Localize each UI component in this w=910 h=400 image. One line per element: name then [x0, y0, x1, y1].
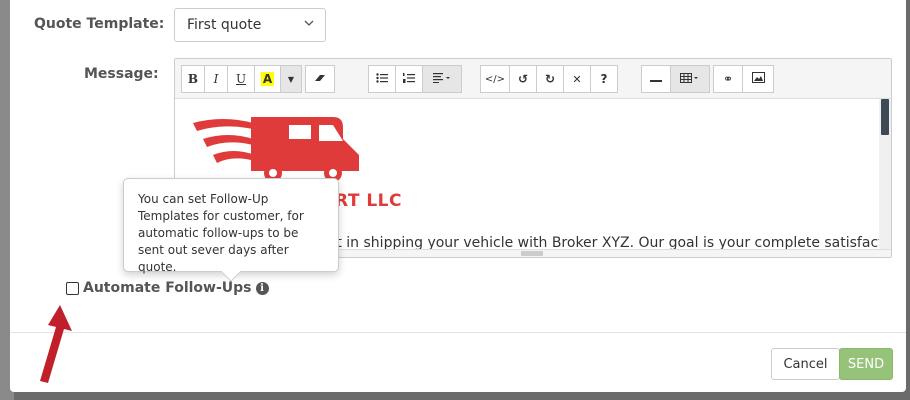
- table-button[interactable]: [670, 65, 710, 93]
- code-view-button[interactable]: </>: [480, 65, 510, 93]
- red-arrow-icon: [34, 305, 74, 389]
- editor-toolbar: B I U A ▼ </> ↺ ↻ ✕ ? ⚭: [175, 59, 891, 99]
- editor-scrollbar[interactable]: [879, 99, 891, 251]
- align-icon: [433, 72, 451, 86]
- align-button[interactable]: [422, 65, 462, 93]
- image-icon: [751, 72, 765, 86]
- dropdown-caret-icon: ▼: [287, 74, 295, 84]
- eraser-icon: [313, 72, 327, 86]
- company-name: RT LLC: [335, 191, 402, 211]
- resize-grip[interactable]: [521, 251, 543, 256]
- quote-template-select[interactable]: First quote: [174, 8, 326, 42]
- link-icon: ⚭: [722, 72, 734, 86]
- followup-tooltip: You can set Follow-Up Templates for cust…: [123, 178, 339, 282]
- italic-button[interactable]: I: [204, 65, 228, 93]
- info-icon[interactable]: i: [255, 281, 269, 295]
- chevron-down-icon: [303, 17, 317, 31]
- truck-logo-icon: [193, 111, 363, 187]
- highlight-dropdown-button[interactable]: ▼: [280, 65, 302, 93]
- unordered-list-button[interactable]: [368, 65, 396, 93]
- redo-button[interactable]: ↻: [536, 65, 564, 93]
- automate-followups-label[interactable]: Automate Follow-Ups: [83, 280, 252, 296]
- automate-followups-checkbox[interactable]: [66, 281, 79, 295]
- undo-button[interactable]: ↺: [509, 65, 537, 93]
- quote-template-value: First quote: [187, 17, 262, 33]
- send-button[interactable]: SEND: [839, 348, 893, 380]
- help-button[interactable]: ?: [590, 65, 618, 93]
- footer-divider: [10, 332, 906, 333]
- undo-icon: ↺: [517, 72, 529, 86]
- bold-button[interactable]: B: [181, 65, 205, 93]
- horizontal-rule-button[interactable]: [641, 65, 671, 93]
- tooltip-arrow: [221, 262, 241, 282]
- table-icon: [680, 72, 700, 86]
- fullscreen-icon: ✕: [572, 72, 582, 86]
- quote-template-label: Quote Template:: [34, 16, 165, 32]
- underline-button[interactable]: U: [227, 65, 255, 93]
- eraser-button[interactable]: [305, 65, 335, 93]
- unordered-list-icon: [376, 72, 388, 86]
- message-label: Message:: [84, 66, 159, 82]
- ordered-list-icon: [403, 72, 415, 86]
- image-button[interactable]: [742, 65, 774, 93]
- highlight-letter: A: [260, 72, 275, 86]
- code-view-icon: </>: [484, 73, 506, 85]
- link-button[interactable]: ⚭: [713, 65, 743, 93]
- ordered-list-button[interactable]: [395, 65, 423, 93]
- automate-followups-row: Automate Follow-Ups i: [66, 280, 269, 296]
- tooltip-text: You can set Follow-Up Templates for cust…: [138, 192, 304, 274]
- redo-icon: ↻: [544, 72, 556, 86]
- highlight-button[interactable]: A: [254, 65, 281, 93]
- cancel-button[interactable]: Cancel: [771, 348, 840, 380]
- horizontal-rule-icon: [650, 72, 662, 86]
- editor-scrollbar-thumb[interactable]: [881, 99, 889, 135]
- fullscreen-button[interactable]: ✕: [563, 65, 591, 93]
- send-quote-modal: Quote Template: First quote Message: B I…: [10, 0, 906, 392]
